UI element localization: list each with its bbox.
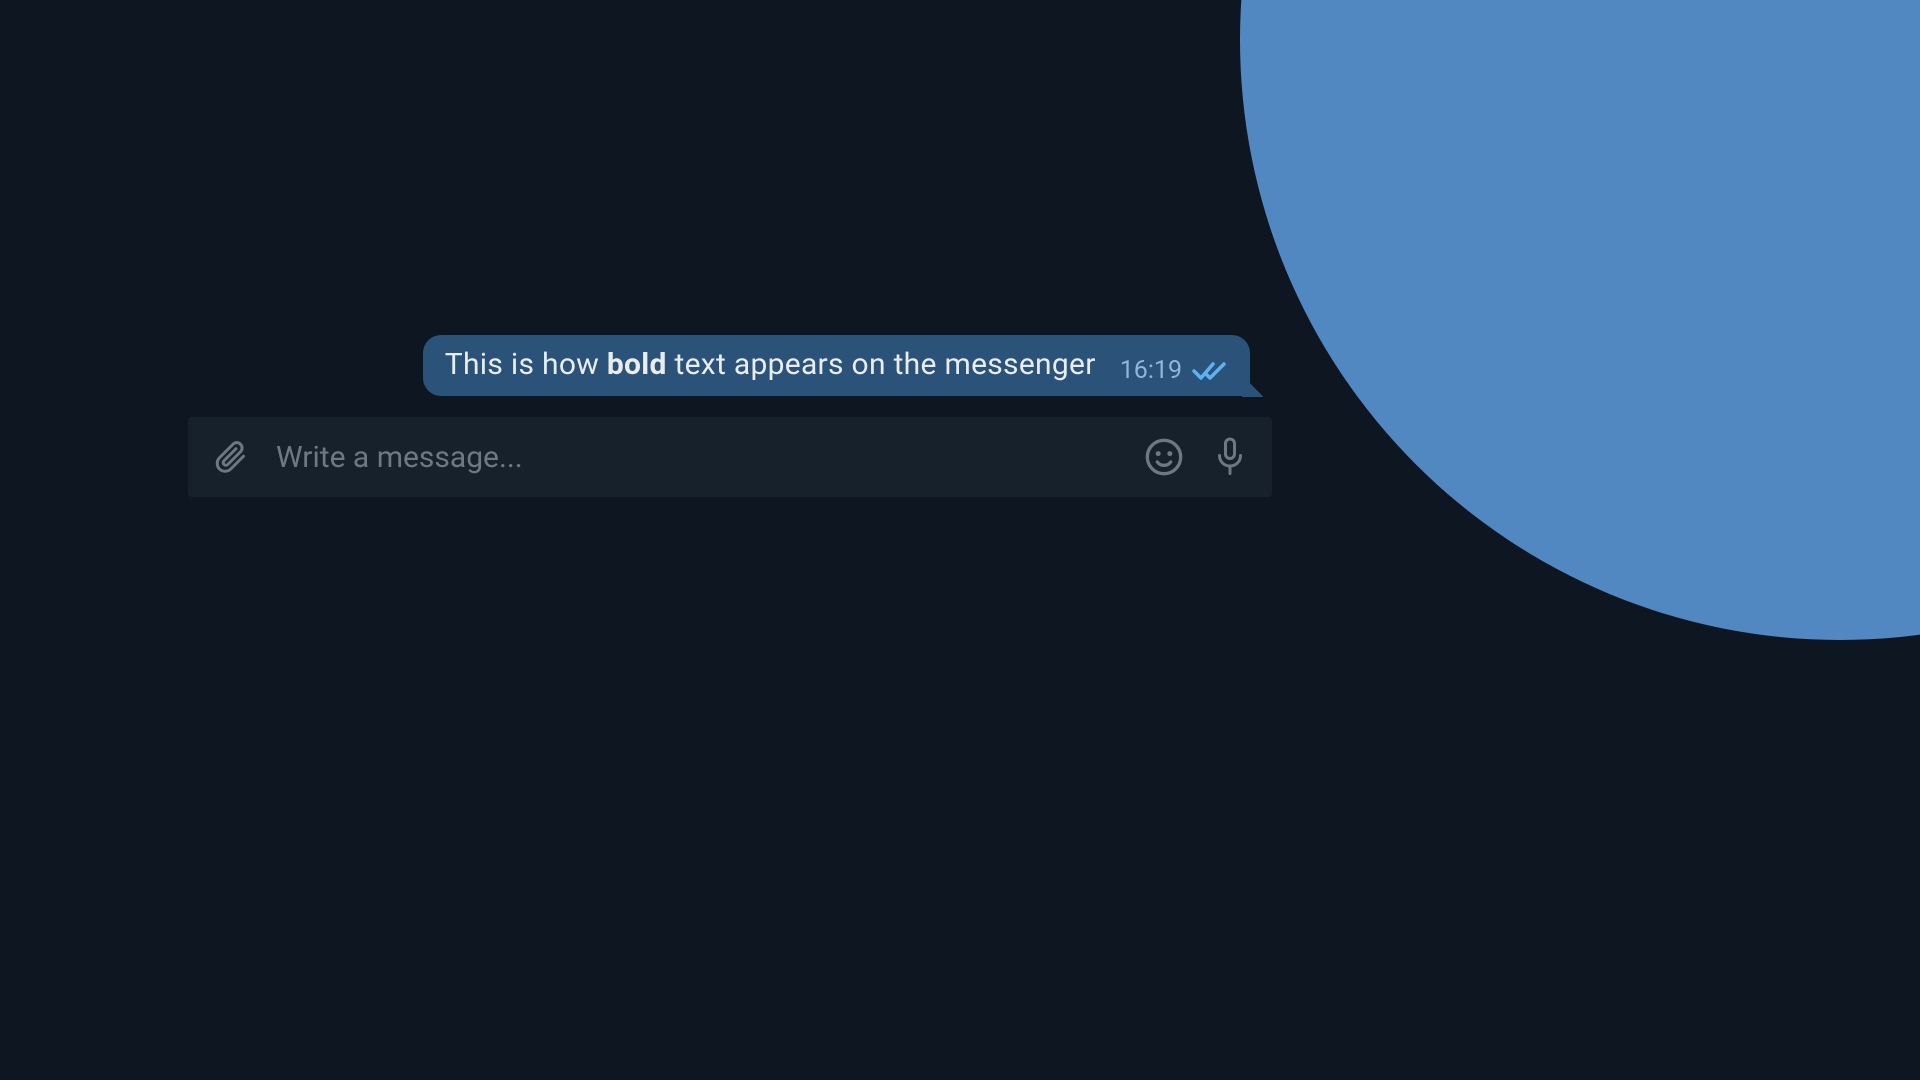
decorative-circle xyxy=(1240,0,1920,640)
attach-button[interactable] xyxy=(212,439,248,475)
message-bubble-sent[interactable]: This is how bold text appears on the mes… xyxy=(423,335,1250,396)
voice-message-button[interactable] xyxy=(1212,435,1248,479)
message-text-after: text appears on the messenger xyxy=(667,347,1096,382)
message-text: This is how bold text appears on the mes… xyxy=(445,347,1096,382)
read-receipt-icon xyxy=(1192,360,1228,382)
message-meta: 16:19 xyxy=(1120,356,1228,385)
message-text-before: This is how xyxy=(445,347,607,382)
chat-area: This is how bold text appears on the mes… xyxy=(188,0,1272,500)
message-text-bold: bold xyxy=(607,347,667,382)
message-timestamp: 16:19 xyxy=(1120,356,1182,385)
emoji-button[interactable] xyxy=(1144,437,1184,477)
microphone-icon xyxy=(1212,435,1248,479)
message-input-bar xyxy=(188,417,1272,497)
message-input[interactable] xyxy=(276,440,1116,475)
paperclip-icon xyxy=(212,439,248,475)
chat-messages: This is how bold text appears on the mes… xyxy=(188,0,1272,417)
smiley-icon xyxy=(1144,437,1184,477)
